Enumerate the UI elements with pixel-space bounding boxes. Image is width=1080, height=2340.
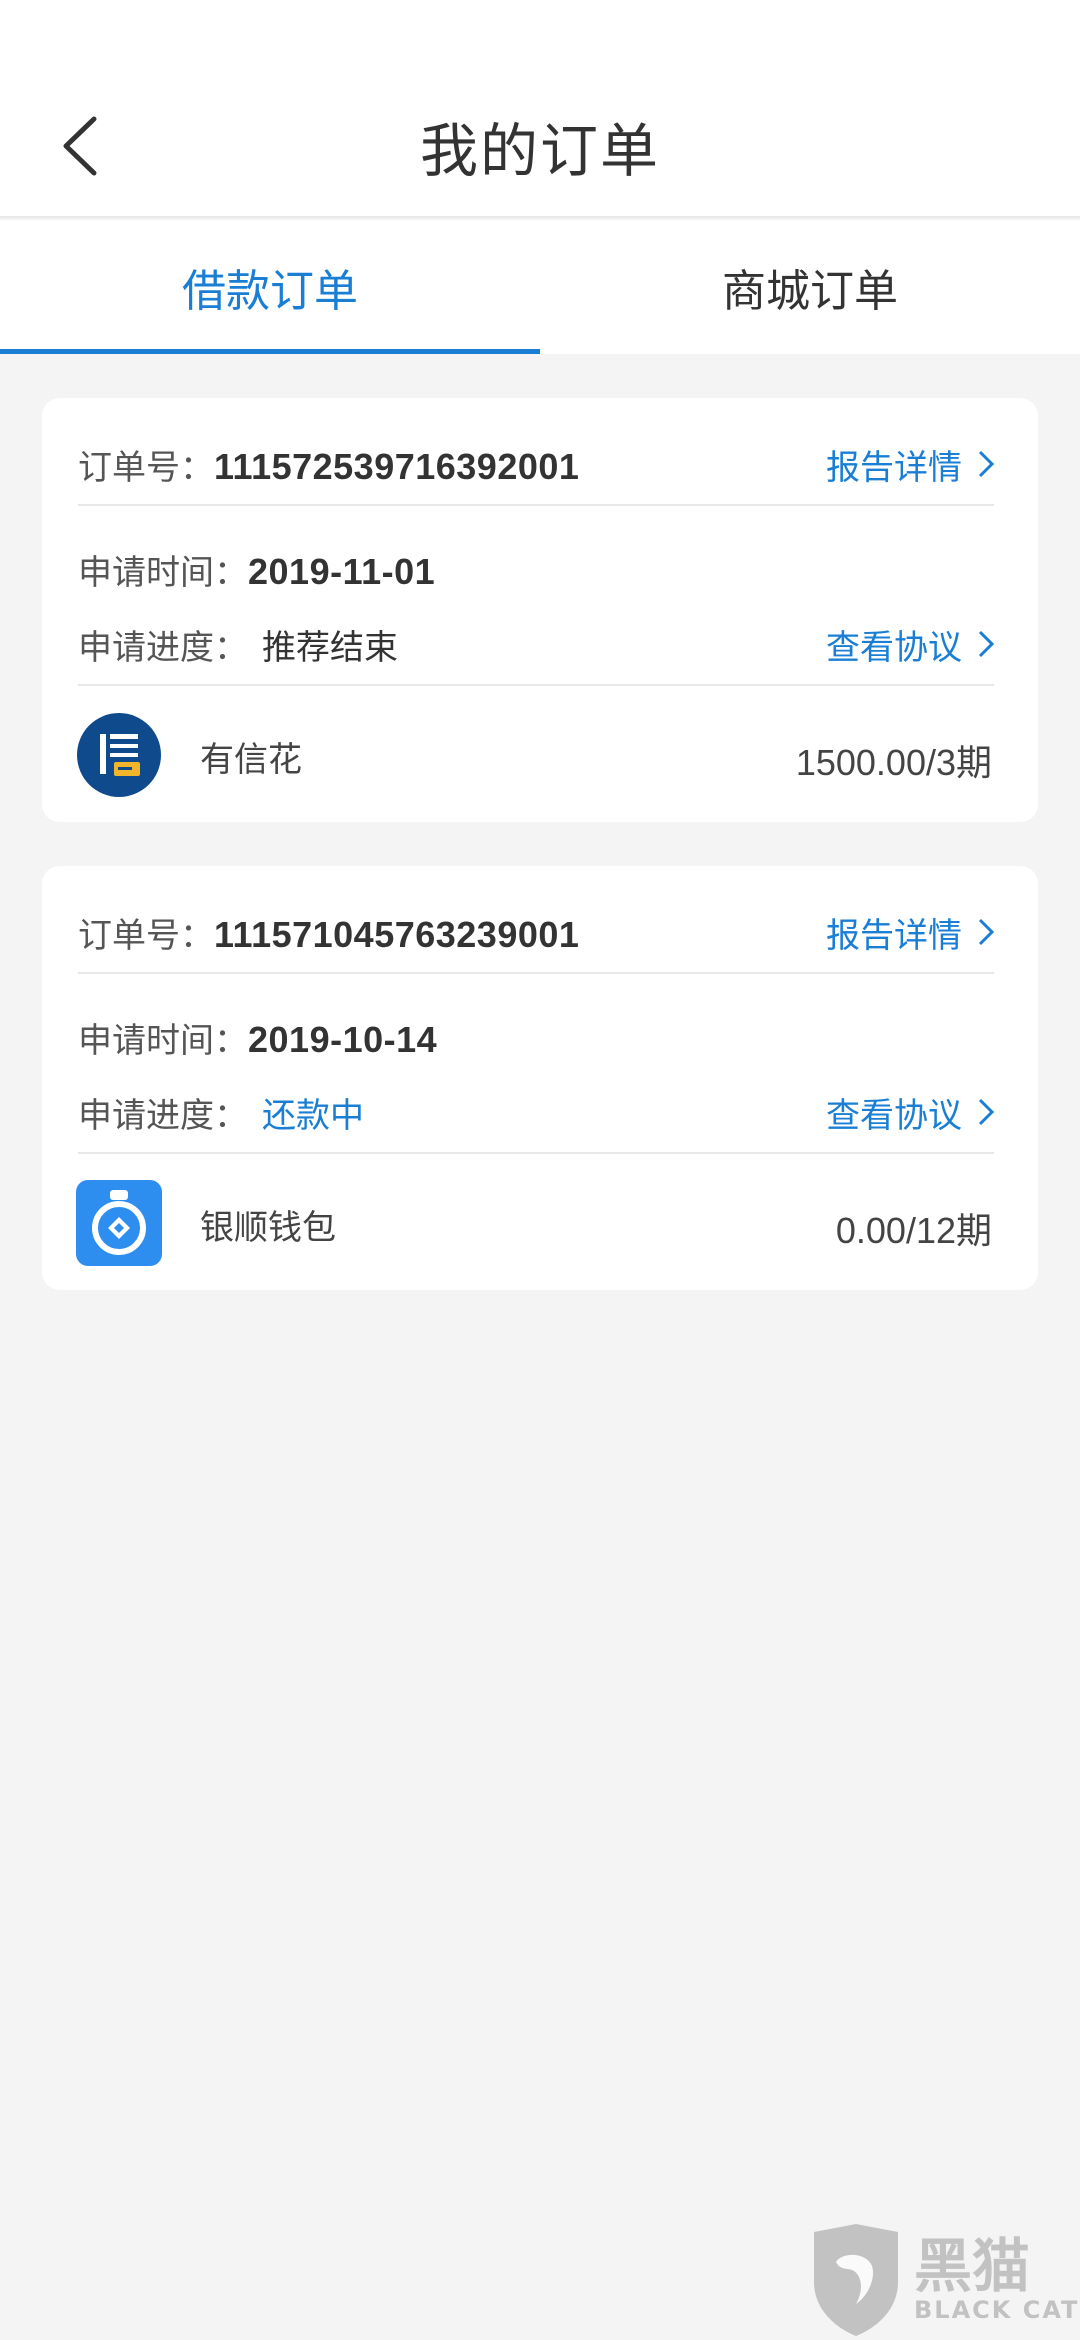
chevron-right-icon: [978, 918, 994, 946]
apply-progress-row: 申请进度： 推荐结束: [78, 620, 398, 669]
order-number: 111571045763239001: [214, 913, 580, 955]
apply-time: 2019-10-14: [248, 1018, 438, 1060]
chevron-right-icon: [978, 450, 994, 478]
wallet-logo-icon: [76, 1180, 162, 1266]
apply-progress-label: 申请进度：: [78, 1095, 248, 1136]
apply-progress-label: 申请进度：: [78, 627, 248, 668]
apply-progress-status: 推荐结束: [262, 627, 398, 668]
apply-time-label: 申请时间：: [78, 1020, 248, 1061]
product-name: 有信花: [200, 740, 302, 780]
view-agreement-label: 查看协议: [826, 1095, 962, 1136]
report-detail-link[interactable]: 报告详情: [826, 908, 994, 957]
order-number: 111572539716392001: [214, 445, 580, 487]
order-number-label: 订单号：: [78, 915, 214, 956]
view-agreement-link[interactable]: 查看协议: [826, 1088, 994, 1137]
divider: [78, 972, 994, 974]
order-card: 订单号：111572539716392001 报告详情 申请时间：2019-11…: [42, 398, 1038, 822]
black-cat-shield-icon: [814, 2224, 898, 2336]
watermark-en: BLACK CAT: [914, 2296, 1080, 2324]
apply-time-row: 申请时间：2019-10-14: [78, 1013, 437, 1062]
top-bar: 我的订单: [0, 0, 1080, 218]
tab-bar: 借款订单 商城订单: [0, 220, 1080, 354]
loan-amount: 0.00/12期: [835, 1210, 992, 1251]
chevron-right-icon: [978, 630, 994, 658]
tab-mall-orders[interactable]: 商城订单: [540, 220, 1080, 354]
black-cat-watermark: 黑猫 BLACK CAT: [806, 2220, 1080, 2340]
apply-time-row: 申请时间：2019-11-01: [78, 545, 435, 594]
product-name: 银顺钱包: [200, 1208, 336, 1248]
apply-progress-status: 还款中: [262, 1095, 364, 1136]
view-agreement-link[interactable]: 查看协议: [826, 620, 994, 669]
order-number-label: 订单号：: [78, 447, 214, 488]
report-detail-link[interactable]: 报告详情: [826, 440, 994, 489]
report-detail-label: 报告详情: [826, 915, 962, 956]
tab-loan-orders[interactable]: 借款订单: [0, 220, 540, 354]
order-number-row: 订单号：111571045763239001: [78, 908, 579, 957]
report-detail-label: 报告详情: [826, 447, 962, 488]
order-card: 订单号：111571045763239001 报告详情 申请时间：2019-10…: [42, 866, 1038, 1290]
page-title: 我的订单: [419, 117, 660, 185]
divider: [78, 1152, 994, 1154]
order-number-row: 订单号：111572539716392001: [78, 440, 579, 489]
apply-time: 2019-11-01: [248, 550, 436, 592]
loan-amount: 1500.00/3期: [795, 742, 992, 783]
watermark-cn: 黑猫: [914, 2232, 1031, 2300]
apply-progress-row: 申请进度： 还款中: [78, 1088, 364, 1137]
xin-logo-icon: [76, 712, 162, 798]
divider: [78, 684, 994, 686]
view-agreement-label: 查看协议: [826, 627, 962, 668]
apply-time-label: 申请时间：: [78, 552, 248, 593]
chevron-right-icon: [978, 1098, 994, 1126]
divider: [78, 504, 994, 506]
